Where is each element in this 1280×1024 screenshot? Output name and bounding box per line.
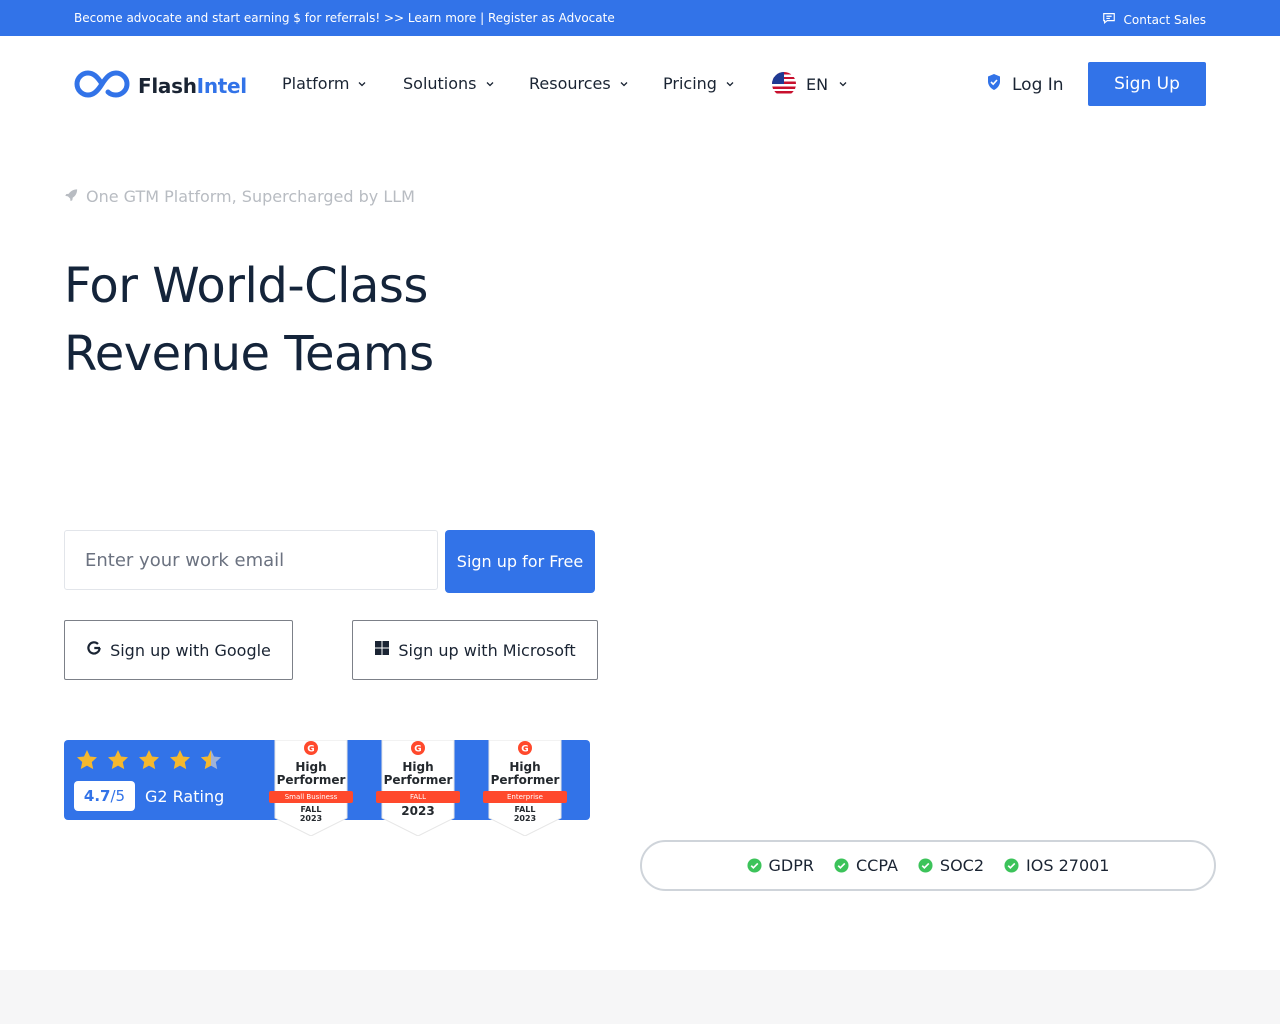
chevron-down-icon (726, 81, 734, 86)
announcement-bar: Become advocate and start earning $ for … (0, 0, 1280, 36)
language-selector[interactable]: EN (772, 72, 848, 96)
work-email-input[interactable] (64, 530, 438, 590)
badge-2-title-1: High (402, 760, 434, 774)
google-signup-label: Sign up with Google (110, 640, 271, 660)
microsoft-windows-icon (374, 640, 390, 660)
compliance-item: IOS 27001 (1004, 856, 1109, 875)
language-label: EN (806, 74, 829, 94)
brand-part-2: Intel (196, 74, 247, 98)
nav-solutions-label: Solutions (403, 74, 477, 93)
compliance-soc2: SOC2 (939, 856, 985, 875)
nav-solutions[interactable]: Solutions (403, 74, 495, 93)
badge-1-season: FALL (300, 805, 322, 814)
svg-text:G: G (414, 745, 421, 755)
contact-sales-label: Contact Sales (1123, 12, 1206, 27)
badge-1-ribbon: Small Business (269, 791, 353, 803)
login-label: Log In (1012, 74, 1064, 95)
badge-3-season: FALL (514, 805, 536, 814)
star-rating (75, 748, 223, 772)
star-icon (108, 750, 128, 770)
svg-text:G: G (307, 745, 314, 755)
google-signup-button[interactable]: Sign up with Google (64, 620, 293, 680)
g2-badge-fall: G High Performer FALL 2023 (376, 740, 460, 836)
check-circle-icon (834, 858, 849, 873)
tagline-text: One GTM Platform, Supercharged by LLM (86, 187, 415, 206)
chevron-down-icon (839, 82, 847, 87)
next-section-band (0, 970, 1280, 1024)
svg-text:G: G (521, 745, 528, 755)
hero-tagline: One GTM Platform, Supercharged by LLM (64, 187, 415, 206)
rating-scale: /5 (110, 787, 126, 805)
login-link[interactable]: Log In (986, 73, 1064, 96)
microsoft-signup-label: Sign up with Microsoft (398, 640, 576, 660)
advocate-promo-link[interactable]: Become advocate and start earning $ for … (74, 11, 615, 25)
signup-button[interactable]: Sign Up (1088, 62, 1206, 106)
badge-1-title-1: High (295, 760, 327, 774)
chevron-down-icon (359, 81, 366, 86)
star-icon (139, 750, 159, 770)
badge-3-ribbon: Enterprise (483, 791, 567, 803)
google-g-icon (86, 640, 102, 660)
g2-badge-enterprise: G High Performer Enterprise FALL 2023 (483, 740, 567, 836)
badge-3-title-1: High (509, 760, 541, 774)
contact-sales-link[interactable]: Contact Sales (1102, 11, 1206, 28)
hero-line-2: Revenue Teams (64, 326, 434, 382)
star-icon (77, 750, 97, 770)
nav-pricing[interactable]: Pricing (663, 74, 735, 93)
badge-3-title-2: Performer (490, 773, 560, 787)
compliance-gdpr: GDPR (768, 856, 814, 875)
chat-icon (1102, 11, 1116, 28)
half-star-icon (201, 750, 221, 770)
signup-free-button[interactable]: Sign up for Free (445, 530, 595, 593)
shield-icon (986, 73, 1002, 96)
rating-value: 4.7 (83, 787, 111, 805)
brand-part-1: Flash (138, 74, 197, 98)
badge-2-ribbon: FALL (376, 791, 460, 803)
nav-resources-label: Resources (529, 74, 611, 93)
badge-2-year: 2023 (401, 804, 435, 818)
badge-1-title-2: Performer (276, 773, 346, 787)
compliance-ccpa: CCPA (856, 856, 898, 875)
hero-headline: For World-Class Revenue Teams (64, 252, 434, 388)
microsoft-signup-button[interactable]: Sign up with Microsoft (352, 620, 598, 680)
compliance-item: CCPA (834, 856, 898, 875)
chevron-down-icon (486, 81, 493, 86)
g2-rating-label: G2 Rating (145, 787, 225, 806)
badge-1-year: 2023 (299, 814, 323, 823)
compliance-badges: GDPR CCPA SOC2 IOS 27001 (640, 840, 1216, 891)
nav-resources[interactable]: Resources (529, 74, 629, 93)
flashintel-logo[interactable]: FlashIntel (74, 66, 247, 106)
us-flag-icon (772, 72, 796, 96)
rocket-icon (64, 187, 78, 206)
nav-platform[interactable]: Platform (282, 74, 367, 93)
g2-badge-small-business: G High Performer Small Business FALL 2023 (269, 740, 353, 836)
g2-rating-banner: 4.7/5 G2 Rating G High Performer Small Bu… (64, 740, 590, 836)
check-circle-icon (918, 858, 933, 873)
compliance-item: GDPR (746, 856, 814, 875)
rating-score: 4.7/5 (74, 781, 135, 811)
badge-3-year: 2023 (513, 814, 537, 823)
hero-line-1: For World-Class (64, 258, 428, 314)
badge-2-title-2: Performer (383, 773, 453, 787)
main-navigation: FlashIntel Platform Solutions Resources … (0, 36, 1280, 132)
nav-platform-label: Platform (282, 74, 350, 93)
chevron-down-icon (620, 81, 628, 86)
compliance-item: SOC2 (918, 856, 984, 875)
star-icon (170, 750, 190, 770)
check-circle-icon (746, 858, 762, 873)
compliance-ios-27001: IOS 27001 (1026, 856, 1110, 875)
infinity-logo-icon (74, 66, 130, 106)
check-circle-icon (1004, 858, 1019, 873)
nav-pricing-label: Pricing (663, 74, 717, 93)
